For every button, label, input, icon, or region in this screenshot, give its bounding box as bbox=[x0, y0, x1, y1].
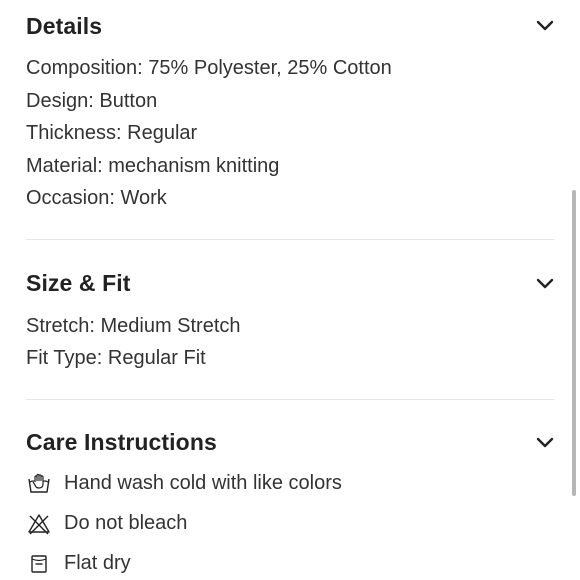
size-fit-section: Size & Fit Stretch: Medium Stretch Fit T… bbox=[26, 258, 556, 375]
chevron-down-icon[interactable] bbox=[534, 432, 556, 454]
details-section: Details Composition: 75% Polyester, 25% … bbox=[26, 0, 556, 215]
details-header[interactable]: Details bbox=[26, 0, 556, 52]
care-label-do-not-bleach: Do not bleach bbox=[64, 512, 188, 534]
flat-dry-icon bbox=[26, 551, 52, 577]
size-fit-item-stretch: Stretch: Medium Stretch bbox=[26, 314, 241, 337]
size-fit-title: Size & Fit bbox=[26, 270, 131, 296]
section-divider bbox=[26, 238, 555, 240]
hand-wash-icon bbox=[26, 471, 52, 497]
details-item-occasion: Occasion: Work bbox=[26, 187, 167, 209]
chevron-down-icon[interactable] bbox=[534, 273, 556, 295]
product-info-accordion: Details Composition: 75% Polyester, 25% … bbox=[26, 0, 556, 580]
scrollbar[interactable] bbox=[572, 190, 576, 496]
care-label-flat-dry: Flat dry bbox=[64, 552, 131, 574]
chevron-down-icon[interactable] bbox=[534, 15, 556, 37]
size-fit-header[interactable]: Size & Fit bbox=[26, 258, 556, 310]
do-not-bleach-icon bbox=[26, 511, 52, 537]
size-fit-list: Stretch: Medium Stretch Fit Type: Regula… bbox=[26, 310, 556, 375]
size-fit-item-fit-type: Fit Type: Regular Fit bbox=[26, 347, 206, 369]
details-item-design: Design: Button bbox=[26, 89, 158, 112]
care-item-hand-wash: Hand wash cold with like colors bbox=[26, 464, 556, 504]
care-section: Care Instructions Hand wash cold with li… bbox=[26, 418, 556, 580]
care-header[interactable]: Care Instructions bbox=[26, 418, 556, 468]
details-item-material: Material: mechanism knitting bbox=[26, 154, 280, 177]
care-item-do-not-bleach: Do not bleach bbox=[26, 504, 556, 544]
details-title: Details bbox=[26, 12, 103, 39]
details-list: Composition: 75% Polyester, 25% Cotton D… bbox=[26, 52, 556, 215]
details-item-thickness: Thickness: Regular bbox=[26, 122, 198, 144]
care-label-hand-wash: Hand wash cold with like colors bbox=[64, 472, 342, 494]
details-item-composition: Composition: 75% Polyester, 25% Cotton bbox=[26, 57, 392, 79]
care-item-flat-dry: Flat dry bbox=[26, 544, 556, 580]
section-divider bbox=[26, 398, 555, 400]
care-title: Care Instructions bbox=[26, 429, 217, 455]
